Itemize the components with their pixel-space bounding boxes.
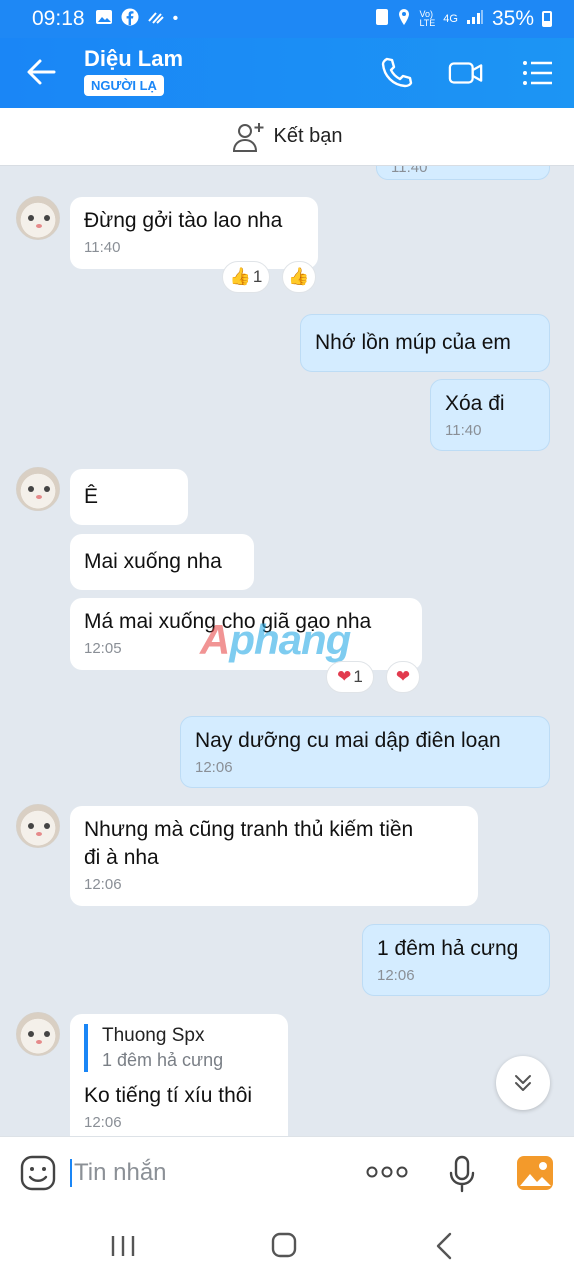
message-text-line2: đi à nha: [84, 846, 159, 869]
sticker-emoji-icon[interactable]: [20, 1155, 56, 1191]
stranger-badge: NGƯỜI LẠ: [84, 75, 164, 96]
reply-quote[interactable]: Thuong Spx 1 đêm hả cưng: [84, 1024, 274, 1072]
home-icon[interactable]: [271, 1232, 297, 1258]
react-button-like[interactable]: 👍: [282, 261, 316, 293]
phone-call-icon[interactable]: [378, 55, 414, 91]
image-picker-icon[interactable]: [516, 1155, 554, 1191]
gallery-icon: [95, 9, 113, 30]
message-time: 12:06: [377, 967, 415, 984]
chat-header: Diệu Lam NGƯỜI LẠ: [0, 38, 574, 108]
message-time: 11:40: [391, 166, 428, 176]
message-text: Ê: [84, 485, 99, 508]
react-button-heart[interactable]: ❤: [386, 661, 420, 693]
thumbs-up-icon: 👍: [229, 267, 251, 286]
message-list[interactable]: 11:40 Đừng gởi tào lao nha 11:40 👍 1 👍 Nh…: [0, 166, 574, 1136]
reaction-summary-heart[interactable]: ❤ 1: [326, 661, 374, 693]
heart-icon: ❤: [395, 667, 411, 686]
message-text: Xóa đi: [445, 392, 505, 415]
message-time: 12:06: [84, 1114, 122, 1131]
quote-sender: Thuong Spx: [102, 1025, 205, 1046]
status-time: 09:18: [32, 7, 85, 30]
nfc-icon: [375, 8, 389, 31]
battery-percent: 35%: [491, 7, 534, 30]
message-bubble-m7[interactable]: Nay dưỡng cu mai dập điên loạn 12:06: [180, 716, 550, 788]
scroll-to-bottom-button[interactable]: [496, 1056, 550, 1110]
message-bubble-m10[interactable]: Thuong Spx 1 đêm hả cưng Ko tiếng tí xíu…: [70, 1014, 288, 1136]
status-right: Vo) LTE 4G 35%: [375, 7, 552, 31]
message-bubble-m1[interactable]: Đừng gởi tào lao nha 11:40: [70, 197, 318, 269]
system-navigation-bar: [0, 1210, 574, 1280]
message-bubble-previous[interactable]: 11:40: [376, 166, 550, 180]
location-icon: [397, 8, 411, 31]
system-back-icon[interactable]: [434, 1232, 456, 1260]
avatar[interactable]: [16, 1012, 60, 1056]
menu-icon[interactable]: [520, 55, 556, 91]
watermark-logo: Aphang: [200, 616, 351, 664]
double-chevron-down-icon: [515, 1075, 531, 1091]
contact-name[interactable]: Diệu Lam: [84, 46, 183, 72]
message-input-bar: Tin nhắn: [0, 1136, 574, 1210]
video-call-icon[interactable]: [448, 55, 484, 91]
status-bar: 09:18 • Vo) LTE 4G 35%: [0, 0, 574, 38]
avatar[interactable]: [16, 804, 60, 848]
reaction-count: 1: [252, 267, 263, 286]
volte-bottom: LTE: [419, 18, 436, 28]
message-time: 11:40: [84, 239, 121, 256]
reaction-summary-like[interactable]: 👍 1: [222, 261, 270, 293]
message-bubble-m2[interactable]: Nhớ lồn múp của em: [300, 314, 550, 372]
signal-icon: [466, 9, 484, 30]
avatar[interactable]: [16, 467, 60, 511]
signal-lines-icon: [147, 9, 165, 30]
message-time: 12:06: [84, 876, 122, 893]
message-bubble-m5[interactable]: Mai xuống nha: [70, 534, 254, 590]
message-text: Mai xuống nha: [84, 550, 222, 573]
thumbs-up-icon: 👍: [288, 267, 310, 286]
message-text: Nay dưỡng cu mai dập điên loạn: [195, 729, 501, 752]
dot-icon: •: [172, 10, 179, 27]
quote-text: 1 đêm hả cưng: [102, 1050, 224, 1070]
watermark-rest: phang: [229, 616, 351, 663]
avatar[interactable]: [16, 196, 60, 240]
add-friend-label: Kết bạn: [273, 125, 343, 147]
message-text: 1 đêm hả cưng: [377, 937, 519, 960]
volte-indicator: Vo) LTE: [419, 10, 435, 28]
facebook-icon: [121, 8, 139, 31]
message-time: 12:06: [195, 759, 233, 776]
back-arrow-icon[interactable]: [24, 52, 60, 92]
add-friend-bar[interactable]: Kết bạn: [0, 108, 574, 166]
message-bubble-m3[interactable]: Xóa đi 11:40: [430, 379, 550, 451]
message-text: Ko tiếng tí xíu thôi: [84, 1084, 253, 1107]
add-friend-icon: [232, 122, 264, 152]
watermark-a: A: [200, 616, 230, 663]
battery-icon: [542, 11, 552, 27]
message-text-line1: Nhưng mà cũng tranh thủ kiếm tiền: [84, 818, 414, 841]
microphone-icon[interactable]: [448, 1155, 476, 1193]
message-bubble-m8[interactable]: Nhưng mà cũng tranh thủ kiếm tiền đi à n…: [70, 806, 478, 906]
message-text: Đừng gởi tào lao nha: [84, 209, 283, 232]
more-options-icon[interactable]: [366, 1165, 408, 1179]
message-bubble-m9[interactable]: 1 đêm hả cưng 12:06: [362, 924, 550, 996]
heart-icon: ❤: [337, 667, 352, 686]
message-text: Nhớ lồn múp của em: [315, 331, 511, 354]
message-bubble-m4[interactable]: Ê: [70, 469, 188, 525]
message-time: 11:40: [445, 422, 482, 439]
message-input[interactable]: Tin nhắn: [70, 1159, 167, 1187]
reaction-count: 1: [353, 667, 363, 686]
network-type: 4G: [443, 13, 458, 25]
recent-apps-icon[interactable]: [110, 1234, 136, 1258]
